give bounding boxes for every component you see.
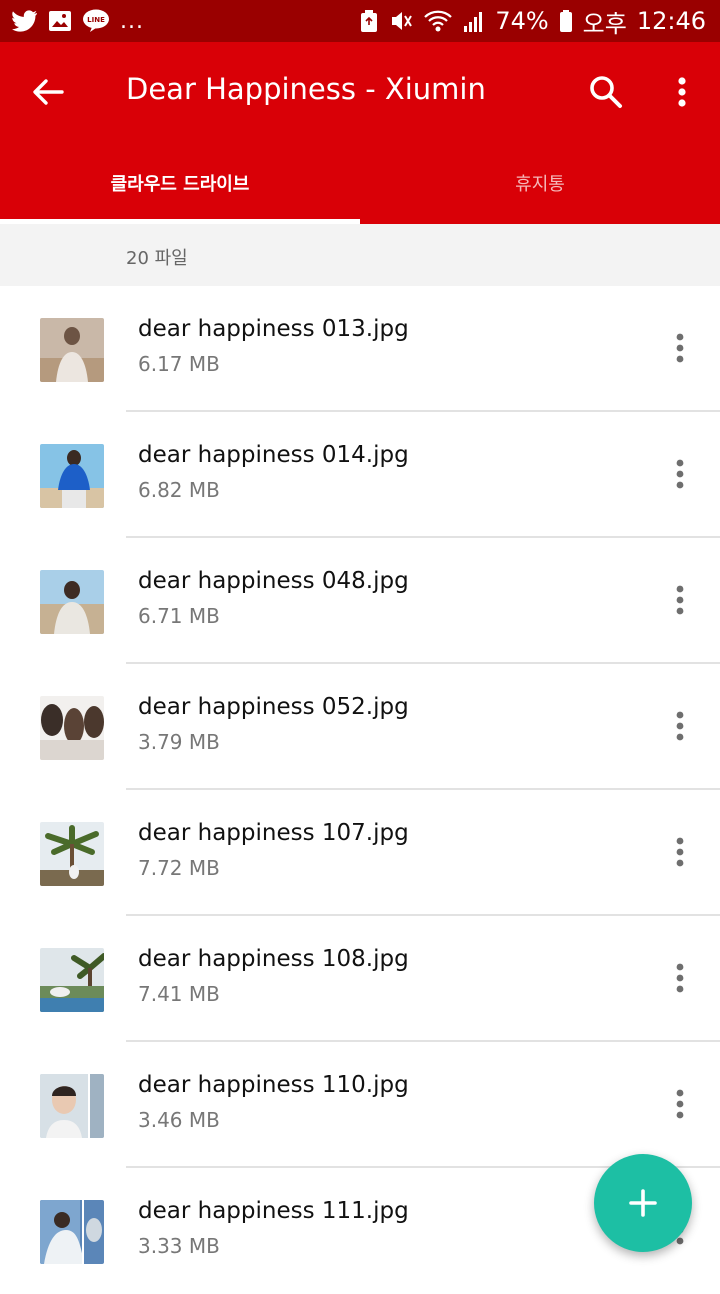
file-thumbnail	[40, 318, 104, 382]
back-arrow-icon	[33, 79, 64, 105]
file-list: dear happiness 013.jpg 6.17 MB dear happ…	[0, 286, 720, 1294]
ampm: 오후	[582, 9, 627, 38]
more-vert-icon	[676, 837, 684, 867]
list-item[interactable]: dear happiness 052.jpg 3.79 MB	[0, 664, 720, 790]
file-name: dear happiness 107.jpg	[138, 820, 409, 846]
file-size: 3.79 MB	[138, 730, 220, 754]
row-menu-button[interactable]	[660, 328, 700, 368]
plus-icon	[629, 1189, 657, 1217]
file-size: 6.71 MB	[138, 604, 220, 628]
status-bar-right: 74% 오후 12:46	[359, 4, 706, 39]
mute-icon	[389, 9, 413, 33]
list-item[interactable]: dear happiness 048.jpg 6.71 MB	[0, 538, 720, 664]
add-button[interactable]	[594, 1154, 692, 1252]
battery-percent: 74%	[495, 7, 549, 35]
more-vert-icon	[676, 711, 684, 741]
tab-cloud-drive-label: 클라우드 드라이브	[110, 174, 250, 195]
list-item[interactable]: dear happiness 110.jpg 3.46 MB	[0, 1042, 720, 1168]
row-menu-button[interactable]	[660, 454, 700, 494]
file-name: dear happiness 110.jpg	[138, 1072, 409, 1098]
file-thumbnail	[40, 948, 104, 1012]
tab-trash[interactable]: 휴지통	[360, 142, 720, 224]
row-menu-button[interactable]	[660, 832, 700, 872]
file-thumbnail	[40, 696, 104, 760]
more-vert-icon	[678, 77, 686, 107]
list-item[interactable]: dear happiness 107.jpg 7.72 MB	[0, 790, 720, 916]
file-thumbnail	[40, 570, 104, 634]
back-button[interactable]	[28, 72, 68, 112]
row-menu-button[interactable]	[660, 580, 700, 620]
file-name: dear happiness 052.jpg	[138, 694, 409, 720]
search-icon	[590, 76, 622, 108]
file-size: 3.46 MB	[138, 1108, 220, 1132]
more-vert-icon	[676, 1089, 684, 1119]
file-name: dear happiness 108.jpg	[138, 946, 409, 972]
status-bar-left: LINE ...	[12, 9, 144, 34]
file-size: 7.72 MB	[138, 856, 220, 880]
status-bar: LINE ... 74% 오후 12:46	[0, 0, 720, 42]
search-button[interactable]	[584, 70, 628, 114]
more-vert-icon	[676, 459, 684, 489]
file-size: 7.41 MB	[138, 982, 220, 1006]
battery-icon	[559, 9, 573, 33]
tab-bar: 클라우드 드라이브 휴지통	[0, 142, 720, 224]
tab-trash-label: 휴지통	[515, 174, 565, 195]
twitter-icon	[12, 10, 38, 32]
file-thumbnail	[40, 1200, 104, 1264]
file-name: dear happiness 111.jpg	[138, 1198, 409, 1224]
list-item[interactable]: dear happiness 014.jpg 6.82 MB	[0, 412, 720, 538]
tab-cloud-drive[interactable]: 클라우드 드라이브	[0, 142, 360, 224]
overflow-menu-button[interactable]	[660, 70, 704, 114]
wifi-icon	[423, 9, 453, 33]
svg-text:LINE: LINE	[87, 16, 105, 24]
more-vert-icon	[676, 333, 684, 363]
file-count-header: 20 파일	[0, 224, 720, 286]
file-thumbnail	[40, 1074, 104, 1138]
file-size: 3.33 MB	[138, 1234, 220, 1258]
file-thumbnail	[40, 444, 104, 508]
row-menu-button[interactable]	[660, 706, 700, 746]
list-item[interactable]: dear happiness 013.jpg 6.17 MB	[0, 286, 720, 412]
row-menu-button[interactable]	[660, 1084, 700, 1124]
file-size: 6.82 MB	[138, 478, 220, 502]
image-icon	[48, 10, 72, 32]
file-thumbnail	[40, 822, 104, 886]
row-menu-button[interactable]	[660, 958, 700, 998]
toolbar: Dear Happiness - Xiumin	[0, 42, 720, 142]
file-name: dear happiness 013.jpg	[138, 316, 409, 342]
app-bar: Dear Happiness - Xiumin 클라우드 드라이브 휴지통	[0, 42, 720, 224]
line-icon: LINE	[82, 9, 110, 33]
file-name: dear happiness 048.jpg	[138, 568, 409, 594]
signal-icon	[463, 9, 485, 33]
file-count: 20 파일	[126, 248, 188, 269]
list-item[interactable]: dear happiness 108.jpg 7.41 MB	[0, 916, 720, 1042]
more-vert-icon	[676, 585, 684, 615]
more-notifications: ...	[120, 8, 144, 34]
page-title: Dear Happiness - Xiumin	[126, 72, 486, 106]
more-vert-icon	[676, 963, 684, 993]
file-name: dear happiness 014.jpg	[138, 442, 409, 468]
clock: 12:46	[636, 7, 706, 35]
file-size: 6.17 MB	[138, 352, 220, 376]
recycle-icon	[359, 9, 379, 33]
